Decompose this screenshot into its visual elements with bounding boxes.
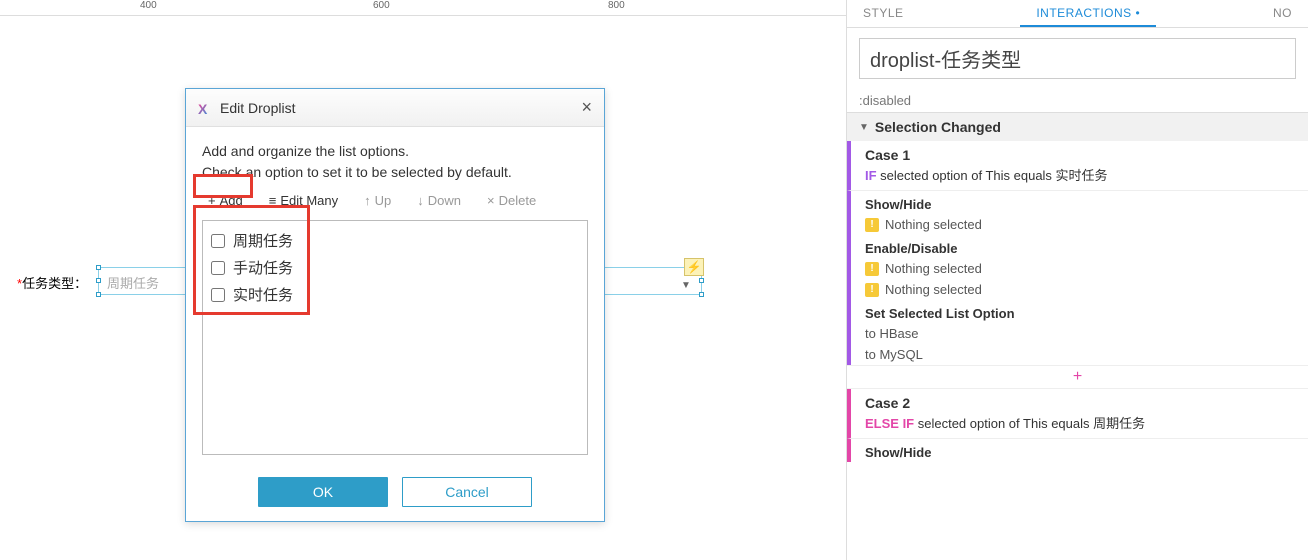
case-2[interactable]: Case 2 ELSE IF selected option of This e… <box>847 389 1308 439</box>
triangle-down-icon: ▼ <box>859 122 869 133</box>
action-target[interactable]: to MySQL <box>847 344 1308 365</box>
field-label: *任务类型： <box>17 273 87 292</box>
widget-name-input[interactable] <box>859 38 1296 79</box>
plus-icon: + <box>208 193 216 208</box>
action-set-selected[interactable]: Set Selected List Option <box>847 300 1308 323</box>
action-show-hide[interactable]: Show/Hide <box>847 191 1308 214</box>
add-label: Add <box>220 193 243 208</box>
case-title: Case 2 <box>865 395 1298 411</box>
ok-button[interactable]: OK <box>258 477 388 507</box>
if-keyword: IF <box>865 168 877 183</box>
elseif-keyword: ELSE IF <box>865 416 914 431</box>
dialog-footer: OK Cancel <box>186 467 604 521</box>
event-title: Selection Changed <box>875 119 1001 135</box>
edit-droplist-dialog: X Edit Droplist × Add and organize the l… <box>185 88 605 522</box>
edit-many-label: Edit Many <box>280 193 338 208</box>
tab-notes[interactable]: NO <box>1257 0 1308 27</box>
chevron-down-icon: ▼ <box>681 280 691 291</box>
interaction-badge-icon[interactable]: ⚡ <box>684 258 704 276</box>
action-enable-disable[interactable]: Enable/Disable <box>847 235 1308 258</box>
arrow-up-icon: ↑ <box>364 193 371 208</box>
case-title: Case 1 <box>865 147 1298 163</box>
dialog-toolbar: + Add ≡Edit Many ↑ Up ↓ Down × Delete <box>202 191 588 210</box>
cancel-button[interactable]: Cancel <box>402 477 532 507</box>
to-mysql: to MySQL <box>865 347 923 362</box>
ruler-top: 400 600 800 <box>0 0 846 16</box>
case-condition: IF selected option of This equals 实时任务 <box>865 165 1298 184</box>
option-checkbox[interactable] <box>211 261 225 275</box>
desc-line-1: Add and organize the list options. <box>202 141 588 162</box>
list-item[interactable]: 手动任务 <box>211 254 579 281</box>
axure-logo-icon: X <box>198 101 212 115</box>
resize-handle-ml[interactable] <box>96 278 101 283</box>
option-label: 手动任务 <box>233 257 293 278</box>
add-button[interactable]: + Add <box>202 191 249 210</box>
list-item[interactable]: 实时任务 <box>211 281 579 308</box>
ruler-tick-600: 600 <box>373 0 390 11</box>
nothing-selected: Nothing selected <box>885 217 982 232</box>
condition-text: selected option of This equals 周期任务 <box>914 416 1145 431</box>
dot-indicator-icon: • <box>1132 6 1141 20</box>
add-action-button[interactable]: + <box>847 365 1308 389</box>
delete-button[interactable]: × Delete <box>481 191 542 210</box>
to-hbase: to HBase <box>865 326 918 341</box>
ruler-tick-400: 400 <box>140 0 157 11</box>
field-label-text: 任务类型： <box>22 276 87 291</box>
warning-icon: ! <box>865 283 879 297</box>
action-target[interactable]: ! Nothing selected <box>847 279 1308 300</box>
nothing-selected: Nothing selected <box>885 261 982 276</box>
event-section: ▼ Selection Changed Case 1 IF selected o… <box>847 112 1308 462</box>
tab-style[interactable]: STYLE <box>847 0 920 27</box>
dialog-title: Edit Droplist <box>220 100 581 116</box>
down-button[interactable]: ↓ Down <box>411 191 467 210</box>
ruler-tick-800: 800 <box>608 0 625 11</box>
down-label: Down <box>428 193 461 208</box>
x-icon: × <box>487 193 495 208</box>
resize-handle-br[interactable] <box>699 292 704 297</box>
case-1[interactable]: Case 1 IF selected option of This equals… <box>847 141 1308 191</box>
resize-handle-mr[interactable] <box>699 278 704 283</box>
resize-handle-bl[interactable] <box>96 292 101 297</box>
action-target[interactable]: ! Nothing selected <box>847 258 1308 279</box>
warning-icon: ! <box>865 218 879 232</box>
tab-interactions-label: INTERACTIONS <box>1036 6 1131 20</box>
action-target[interactable]: to HBase <box>847 323 1308 344</box>
action-show-hide-2[interactable]: Show/Hide <box>847 439 1308 462</box>
option-checkbox[interactable] <box>211 288 225 302</box>
option-label: 周期任务 <box>233 230 293 251</box>
delete-label: Delete <box>499 193 537 208</box>
widget-state[interactable]: :disabled <box>847 89 1308 112</box>
desc-line-2: Check an option to set it to be selected… <box>202 162 588 183</box>
up-label: Up <box>375 193 392 208</box>
action-target[interactable]: ! Nothing selected <box>847 214 1308 235</box>
up-button[interactable]: ↑ Up <box>358 191 397 210</box>
warning-icon: ! <box>865 262 879 276</box>
close-icon[interactable]: × <box>581 97 592 118</box>
nothing-selected: Nothing selected <box>885 282 982 297</box>
resize-handle-tl[interactable] <box>96 265 101 270</box>
inspector-tabs: STYLE INTERACTIONS • NO <box>847 0 1308 28</box>
edit-many-button[interactable]: ≡Edit Many <box>263 191 344 210</box>
dialog-titlebar[interactable]: X Edit Droplist × <box>186 89 604 127</box>
options-list[interactable]: 周期任务 手动任务 实时任务 <box>202 220 588 455</box>
dialog-body: Add and organize the list options. Check… <box>186 127 604 467</box>
list-item[interactable]: 周期任务 <box>211 227 579 254</box>
option-checkbox[interactable] <box>211 234 225 248</box>
inspector-panel: STYLE INTERACTIONS • NO :disabled ▼ Sele… <box>846 0 1308 560</box>
arrow-down-icon: ↓ <box>417 193 424 208</box>
option-label: 实时任务 <box>233 284 293 305</box>
condition-text: selected option of This equals 实时任务 <box>877 168 1108 183</box>
list-icon: ≡ <box>269 193 277 208</box>
tab-interactions[interactable]: INTERACTIONS • <box>1020 0 1156 27</box>
dialog-description: Add and organize the list options. Check… <box>202 141 588 183</box>
event-header[interactable]: ▼ Selection Changed <box>847 113 1308 141</box>
case-condition: ELSE IF selected option of This equals 周… <box>865 413 1298 432</box>
